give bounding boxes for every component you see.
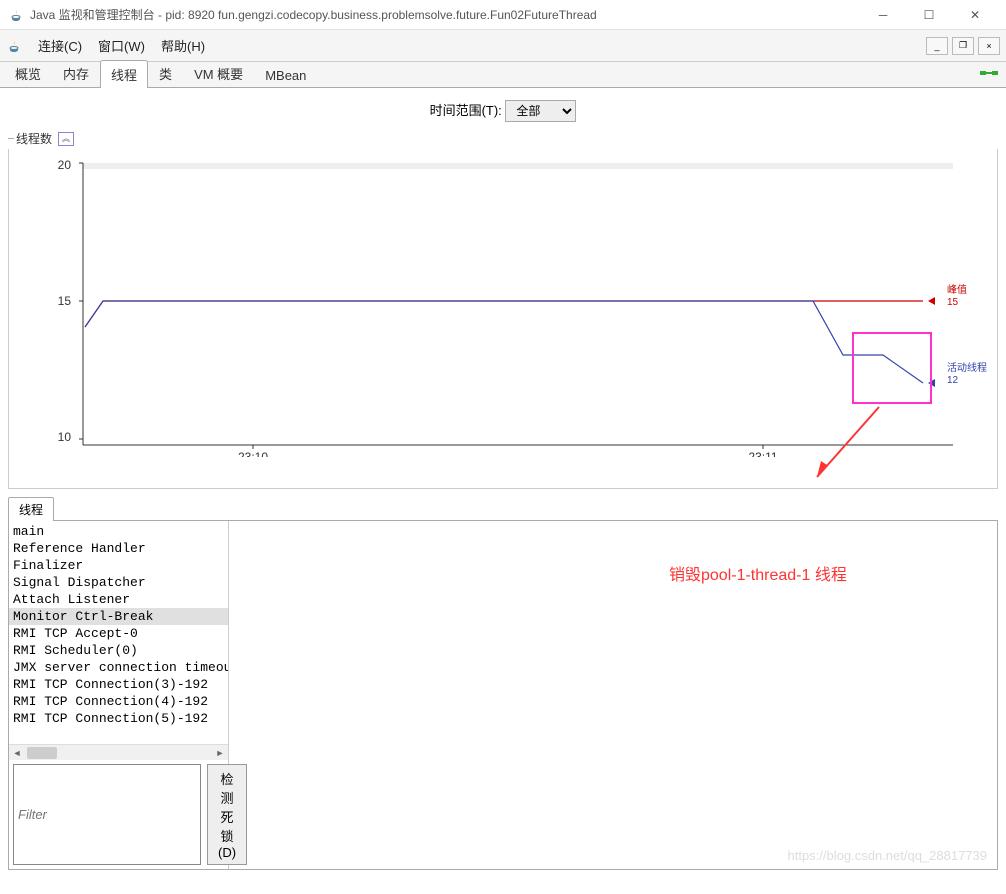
thread-item[interactable]: Attach Listener [9, 591, 228, 608]
chart-svg: 20 15 10 23:10 23:11 [13, 157, 993, 457]
thread-item[interactable]: RMI TCP Accept-0 [9, 625, 228, 642]
tab-memory[interactable]: 内存 [52, 59, 100, 87]
thread-item[interactable]: RMI TCP Connection(5)-192 [9, 710, 228, 727]
ytick-20: 20 [58, 158, 72, 172]
tab-overview[interactable]: 概览 [4, 59, 52, 87]
legend-active-value: 12 [947, 375, 959, 386]
time-range-select[interactable]: 全部 [505, 100, 576, 122]
java-icon [8, 7, 24, 23]
thread-item[interactable]: RMI TCP Connection(4)-192 [9, 693, 228, 710]
threads-list-tab[interactable]: 线程 [8, 497, 54, 521]
mdi-minimize-button[interactable]: _ [926, 37, 948, 55]
ytick-10: 10 [58, 430, 72, 444]
menubar: 连接(C) 窗口(W) 帮助(H) _ ❐ × [0, 30, 1006, 62]
thread-item[interactable]: RMI Scheduler(0) [9, 642, 228, 659]
highlight-box [853, 333, 931, 403]
thread-filter-input[interactable] [13, 764, 201, 865]
minimize-button[interactable]: ─ [860, 1, 906, 29]
xtick-0: 23:10 [238, 450, 268, 457]
java-icon [6, 38, 22, 54]
connection-status-icon [980, 66, 998, 80]
annotation-text: 销毁pool-1-thread-1 线程 [669, 561, 847, 585]
maximize-button[interactable]: ☐ [906, 1, 952, 29]
time-range-label: 时间范围(T): [430, 103, 502, 118]
time-range-row: 时间范围(T): 全部 [0, 88, 1006, 130]
scroll-right-icon[interactable]: ► [212, 745, 228, 761]
thread-chart: 20 15 10 23:10 23:11 [8, 149, 998, 489]
menu-help[interactable]: 帮助(H) [153, 32, 213, 59]
thread-item[interactable]: JMX server connection timeout [9, 659, 228, 676]
legend-peak-label: 峰值 [947, 283, 967, 296]
tab-threads[interactable]: 线程 [100, 60, 148, 88]
thread-list[interactable]: mainReference HandlerFinalizerSignal Dis… [9, 521, 228, 744]
window-title: Java 监视和管理控制台 - pid: 8920 fun.gengzi.cod… [30, 6, 860, 23]
tab-classes[interactable]: 类 [148, 59, 183, 87]
window-titlebar: Java 监视和管理控制台 - pid: 8920 fun.gengzi.cod… [0, 0, 1006, 30]
chart-collapse-button[interactable]: ︽ [58, 132, 74, 146]
tab-mbean[interactable]: MBean [254, 63, 317, 87]
scroll-thumb[interactable] [27, 747, 57, 759]
thread-item[interactable]: main [9, 523, 228, 540]
thread-item[interactable]: Reference Handler [9, 540, 228, 557]
ytick-15: 15 [58, 294, 72, 308]
close-button[interactable]: ✕ [952, 1, 998, 29]
watermark: https://blog.csdn.net/qq_28817739 [788, 848, 988, 863]
thread-list-hscroll[interactable]: ◄ ► [9, 744, 228, 760]
menu-connect[interactable]: 连接(C) [30, 32, 90, 59]
thread-item[interactable]: RMI TCP Connection(3)-192 [9, 676, 228, 693]
thread-item[interactable]: Signal Dispatcher [9, 574, 228, 591]
tab-vm[interactable]: VM 概要 [183, 59, 254, 87]
series-peak [85, 301, 923, 327]
thread-item[interactable]: Monitor Ctrl-Break [9, 608, 228, 625]
thread-detail-pane: 销毁pool-1-thread-1 线程 https://blog.csdn.n… [229, 521, 997, 869]
series-active [85, 301, 923, 383]
mdi-close-button[interactable]: × [978, 37, 1000, 55]
legend-peak-value: 15 [947, 297, 959, 308]
menu-window[interactable]: 窗口(W) [90, 32, 153, 59]
legend-active-label: 活动线程 [947, 361, 987, 374]
chart-header: 线程数 ︽ [8, 130, 998, 147]
xtick-1: 23:11 [748, 450, 777, 457]
thread-item[interactable]: Finalizer [9, 557, 228, 574]
main-tabs: 概览 内存 线程 类 VM 概要 MBean [0, 62, 1006, 88]
chart-title: 线程数 [16, 130, 52, 147]
scroll-left-icon[interactable]: ◄ [9, 745, 25, 761]
mdi-restore-button[interactable]: ❐ [952, 37, 974, 55]
